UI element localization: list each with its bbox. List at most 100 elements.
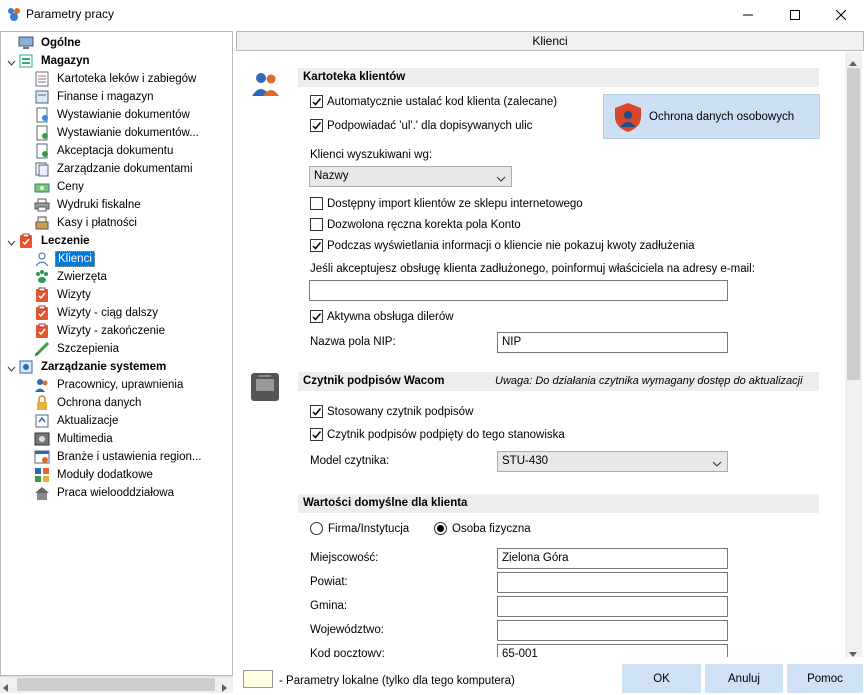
checkbox-auto-code[interactable]: Automatycznie ustalać kod klienta (zalec… bbox=[310, 95, 557, 108]
ok-button[interactable]: OK bbox=[622, 664, 701, 693]
checkbox-import-shop[interactable]: Dostępny import klientów ze sklepu inter… bbox=[310, 197, 583, 210]
tree-item-zarzadzanie-dok[interactable]: Zarządzanie dokumentami bbox=[34, 160, 195, 178]
document-add-icon bbox=[34, 125, 50, 141]
modules-icon bbox=[34, 467, 50, 483]
tree-item-wystawianie[interactable]: Wystawianie dokumentów bbox=[34, 106, 192, 124]
printer-icon bbox=[34, 197, 50, 213]
window-title: Parametry pracy bbox=[26, 7, 115, 21]
debt-email-input[interactable] bbox=[309, 280, 728, 301]
field-input-powiat[interactable] bbox=[497, 572, 728, 593]
checkbox-checked-icon[interactable] bbox=[310, 119, 323, 132]
personal-data-protection-button[interactable]: Ochrona danych osobowych bbox=[603, 94, 820, 139]
tree-scroll-thumb[interactable] bbox=[17, 678, 215, 691]
tree-item-ceny[interactable]: Ceny bbox=[34, 178, 86, 196]
cancel-button[interactable]: Anuluj bbox=[705, 664, 783, 693]
checkbox-signature-pad-used[interactable]: Stosowany czytnik podpisów bbox=[310, 405, 473, 418]
maximize-button[interactable] bbox=[772, 0, 818, 30]
finance-icon bbox=[34, 89, 50, 105]
panel-scroll-thumb[interactable] bbox=[847, 68, 860, 380]
tree-item-wizyty-ciag[interactable]: Wizyty - ciąg dalszy bbox=[34, 304, 160, 322]
clipboard-check-icon bbox=[34, 323, 50, 339]
tree-item-wydruki[interactable]: Wydruki fiskalne bbox=[34, 196, 143, 214]
tree-item-praca-wielooddz[interactable]: Praca wielooddziałowa bbox=[34, 484, 176, 502]
documents-manage-icon bbox=[34, 161, 50, 177]
tree-item-szczepienia[interactable]: Szczepienia bbox=[34, 340, 121, 358]
user-icon bbox=[34, 251, 50, 267]
checkbox-checked-icon[interactable] bbox=[310, 95, 323, 108]
field-label-gmina: Gmina: bbox=[310, 600, 348, 612]
app-icon bbox=[6, 6, 22, 22]
checkbox-konto-correction[interactable]: Dozwolona ręczna korekta pola Konto bbox=[310, 218, 521, 231]
tree-item-kartoteka-lekow[interactable]: Kartoteka leków i zabiegów bbox=[34, 70, 198, 88]
checkbox-signature-pad-connected[interactable]: Czytnik podpisów podpięty do tego stanow… bbox=[310, 428, 565, 441]
model-label: Model czytnika: bbox=[310, 455, 390, 467]
tree-item-finanse[interactable]: Finanse i magazyn bbox=[34, 88, 156, 106]
tree-item-wizyty[interactable]: Wizyty bbox=[34, 286, 93, 304]
checkbox-hide-debt[interactable]: Podczas wyświetlania informacji o klienc… bbox=[310, 239, 695, 252]
clients-section-icon bbox=[251, 72, 281, 101]
wacom-note: Uwaga: Do działania czytnika wymagany do… bbox=[495, 375, 803, 387]
tree-item-akceptacja[interactable]: Akceptacja dokumentu bbox=[34, 142, 175, 160]
chevron-down-icon[interactable] bbox=[6, 58, 16, 68]
checkbox-checked-icon[interactable] bbox=[310, 405, 323, 418]
system-icon bbox=[18, 359, 34, 375]
tree-item-zwierzeta[interactable]: Zwierzęta bbox=[34, 268, 109, 286]
warehouse-icon bbox=[18, 53, 34, 69]
checkbox-unchecked-icon[interactable] bbox=[310, 197, 323, 210]
radio-unselected-icon[interactable] bbox=[310, 522, 323, 535]
local-param-color-swatch bbox=[243, 670, 273, 688]
checkbox-unchecked-icon[interactable] bbox=[310, 218, 323, 231]
section-client-defaults: Wartości domyślne dla klienta bbox=[298, 494, 819, 513]
minimize-button[interactable] bbox=[725, 0, 771, 30]
checkbox-dealers[interactable]: Aktywna obsługa dilerów bbox=[310, 310, 454, 323]
tree-item-branze[interactable]: Branże i ustawienia region... bbox=[34, 448, 203, 466]
document-icon bbox=[34, 107, 50, 123]
section-kartoteka-klientow: Kartoteka klientów bbox=[298, 68, 819, 87]
field-label-powiat: Powiat: bbox=[310, 576, 348, 588]
tree-item-klienci[interactable]: Klienci bbox=[34, 250, 95, 268]
money-icon bbox=[34, 179, 50, 195]
field-input-wojewodztwo[interactable] bbox=[497, 620, 728, 641]
home-icon bbox=[34, 485, 50, 501]
close-button[interactable] bbox=[818, 0, 864, 30]
radio-firm[interactable]: Firma/Instytucja bbox=[310, 522, 409, 535]
tree-item-kasy[interactable]: Kasy i płatności bbox=[34, 214, 139, 232]
checkbox-checked-icon[interactable] bbox=[310, 428, 323, 441]
tree-item-zarzadzanie[interactable]: Zarządzanie systemem bbox=[18, 358, 168, 376]
update-icon bbox=[34, 413, 50, 429]
chevron-down-icon bbox=[712, 456, 722, 475]
clipboard-check-icon bbox=[34, 305, 50, 321]
checkbox-street-prefix[interactable]: Podpowiadać 'ul'.' dla dopisywanych ulic bbox=[310, 119, 532, 132]
tree-item-moduly[interactable]: Moduły dodatkowe bbox=[34, 466, 155, 484]
settings-tree: Ogólne Magazyn Kartoteka leków i zabiegó… bbox=[0, 31, 233, 676]
tree-item-multimedia[interactable]: Multimedia bbox=[34, 430, 115, 448]
radio-person[interactable]: Osoba fizyczna bbox=[434, 522, 531, 535]
checkbox-checked-icon[interactable] bbox=[310, 239, 323, 252]
local-param-legend: - Parametry lokalne (tylko dla tego komp… bbox=[279, 675, 515, 687]
cash-register-icon bbox=[34, 215, 50, 231]
chevron-down-icon[interactable] bbox=[6, 364, 16, 374]
tree-item-aktualizacje[interactable]: Aktualizacje bbox=[34, 412, 120, 430]
help-button[interactable]: Pomoc bbox=[787, 664, 863, 693]
radio-selected-icon[interactable] bbox=[434, 522, 447, 535]
tree-item-ogolne[interactable]: Ogólne bbox=[18, 34, 83, 52]
tree-item-wystawianie-2[interactable]: Wystawianie dokumentów... bbox=[34, 124, 201, 142]
tree-item-wizyty-zakonczenie[interactable]: Wizyty - zakończenie bbox=[34, 322, 167, 340]
tree-item-ochrona[interactable]: Ochrona danych bbox=[34, 394, 143, 412]
model-select[interactable]: STU-430 bbox=[497, 451, 728, 472]
chevron-down-icon[interactable] bbox=[6, 238, 16, 248]
tree-item-pracownicy[interactable]: Pracownicy, uprawnienia bbox=[34, 376, 185, 394]
clipboard-check-icon bbox=[34, 287, 50, 303]
nip-input[interactable]: NIP bbox=[497, 332, 728, 353]
users-icon bbox=[34, 377, 50, 393]
syringe-icon bbox=[34, 341, 50, 357]
checkbox-checked-icon[interactable] bbox=[310, 310, 323, 323]
panel-header: Klienci bbox=[236, 31, 864, 51]
search-by-select[interactable]: Nazwy bbox=[309, 166, 512, 187]
tree-item-leczenie[interactable]: Leczenie bbox=[18, 232, 92, 250]
document-accept-icon bbox=[34, 143, 50, 159]
debt-email-label: Jeśli akceptujesz obsługę klienta zadłuż… bbox=[310, 263, 755, 275]
field-input-miejscowosc[interactable]: Zielona Góra bbox=[497, 548, 728, 569]
field-input-gmina[interactable] bbox=[497, 596, 728, 617]
tree-item-magazyn[interactable]: Magazyn bbox=[18, 52, 92, 70]
